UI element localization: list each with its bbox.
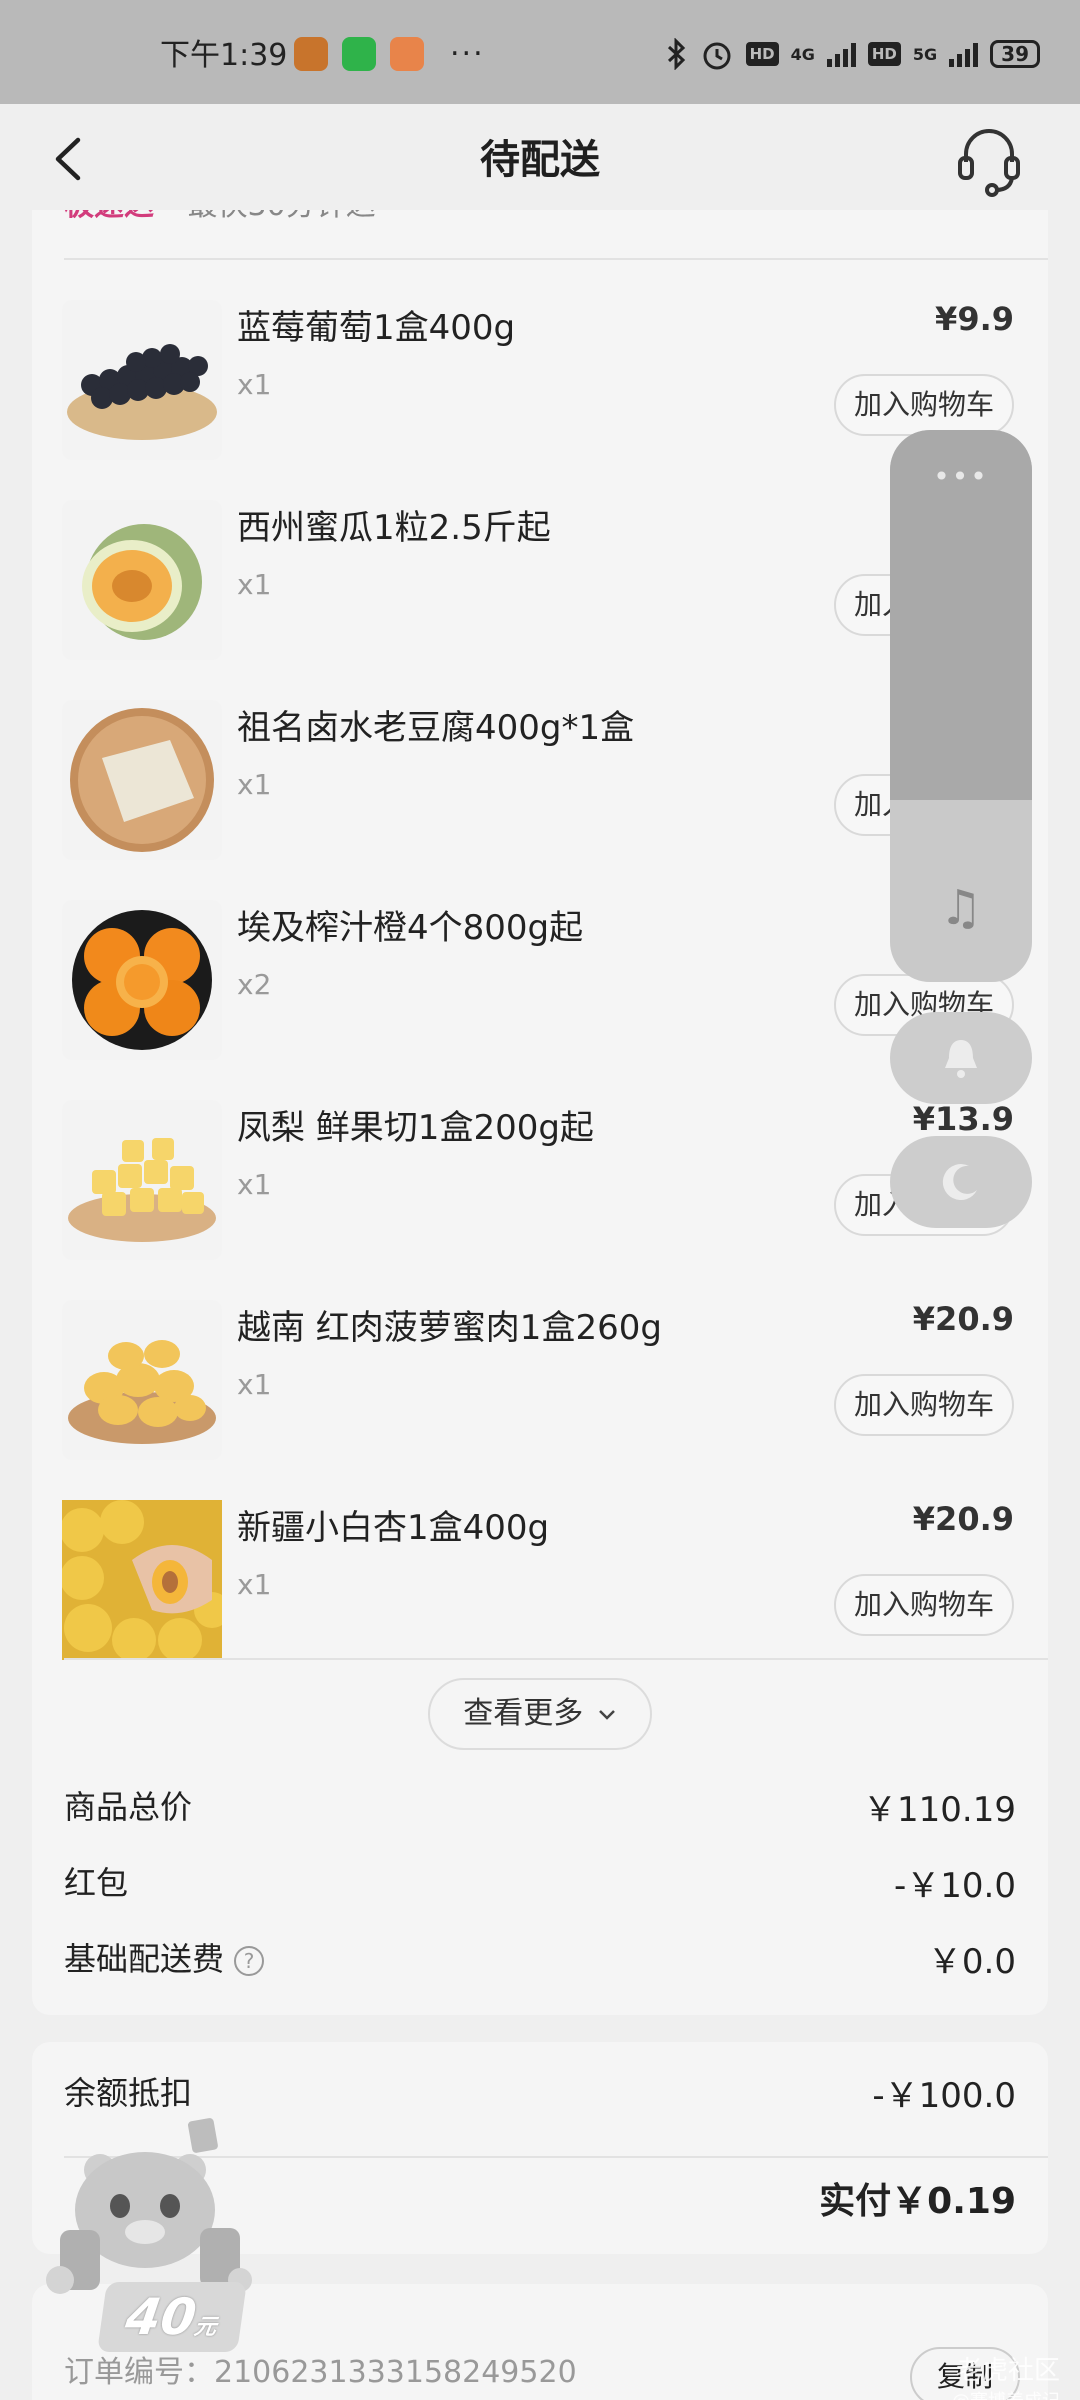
add-to-cart-button[interactable]: 加入购物车 — [833, 374, 1014, 436]
view-more-button[interactable]: 查看更多 — [428, 1678, 652, 1750]
help-icon[interactable]: ? — [234, 1946, 265, 1976]
music-note-icon: ♫ — [939, 880, 983, 936]
product-price: ¥20.9 — [912, 1500, 1014, 1538]
alarm-icon — [703, 42, 731, 70]
product-quantity: x1 — [237, 368, 272, 401]
delivery-fee-row: 基础配送费? ￥0.0 — [64, 1934, 1016, 1984]
product-price: ¥13.9 — [912, 1100, 1014, 1138]
shopping-app-icon — [390, 37, 424, 71]
signal-icon — [826, 41, 856, 67]
product-image — [62, 1500, 222, 1660]
product-image — [62, 500, 222, 660]
bluetooth-icon — [667, 38, 685, 70]
wechat-icon — [342, 37, 376, 71]
moon-icon — [942, 1164, 977, 1201]
product-image — [62, 1100, 222, 1260]
floating-volume-panel[interactable]: ••• ♫ — [890, 430, 1032, 982]
red-packet-row: 红包 -￥10.0 — [64, 1858, 1016, 1908]
more-icon[interactable]: ••• — [890, 460, 1032, 493]
hd-badge: HD — [745, 42, 779, 66]
customer-service-icon[interactable] — [954, 124, 1024, 198]
divider — [64, 1658, 1048, 1660]
product-image — [62, 900, 222, 1060]
status-bar: 下午1:39 ··· HD 4G HD 5G 39 — [0, 0, 1080, 104]
delivery-fee-label: 基础配送费 — [64, 1940, 225, 1978]
product-image — [62, 300, 222, 460]
watermark-sub: @赛博养成记 — [952, 2387, 1060, 2400]
red-packet-value: -￥10.0 — [894, 1866, 1016, 1906]
watermark-main: 老虎社区 — [955, 2356, 1060, 2386]
add-to-cart-button[interactable]: 加入购物车 — [833, 1374, 1014, 1436]
product-name: 凤梨 鲜果切1盒200g起 — [237, 1108, 594, 1148]
goods-total-label: 商品总价 — [64, 1788, 193, 1826]
hd-badge-2: HD — [867, 42, 901, 66]
status-time: 下午1:39 — [160, 38, 288, 73]
product-quantity: x1 — [237, 568, 272, 601]
add-to-cart-button[interactable]: 加入购物车 — [833, 1574, 1014, 1636]
product-quantity: x1 — [237, 1368, 272, 1401]
divider — [64, 258, 1048, 260]
product-price: ¥9.9 — [935, 300, 1014, 338]
product-quantity: x1 — [237, 1168, 272, 1201]
product-quantity: x1 — [237, 768, 272, 801]
product-name: 西州蜜瓜1粒2.5斤起 — [237, 508, 551, 548]
product-quantity: x1 — [237, 1568, 272, 1601]
watermark: 老虎社区 @赛博养成记 — [952, 2350, 1060, 2400]
product-name: 祖名卤水老豆腐400g*1盒 — [237, 708, 635, 748]
paid-amount: 实付￥0.19 — [819, 2181, 1016, 2222]
product-name: 新疆小白杏1盒400g — [237, 1508, 550, 1548]
product-name: 越南 红肉菠萝蜜肉1盒260g — [237, 1308, 662, 1348]
ring-mode-button[interactable] — [890, 1012, 1032, 1104]
battery-indicator: 39 — [990, 40, 1040, 68]
view-more-label: 查看更多 — [463, 1696, 584, 1731]
network-4g: 4G — [790, 44, 815, 64]
list-item[interactable]: 越南 红肉菠萝蜜肉1盒260g x1 ¥20.9 加入购物车 — [32, 1280, 1048, 1480]
signal-icon-2 — [949, 41, 979, 67]
product-image — [62, 700, 222, 860]
delivery-fee-value: ￥0.0 — [927, 1942, 1016, 1982]
product-price: ¥20.9 — [912, 1300, 1014, 1338]
promo-red-packet-widget[interactable]: 40元 — [40, 2110, 260, 2360]
app-header: 待配送 — [0, 104, 1080, 210]
red-packet-label: 红包 — [64, 1864, 129, 1902]
list-item[interactable]: 新疆小白杏1盒400g x1 ¥20.9 加入购物车 — [32, 1480, 1048, 1680]
chevron-down-icon — [598, 1709, 615, 1720]
goods-total-value: ￥110.19 — [863, 1790, 1016, 1830]
more-notifications-icon: ··· — [450, 36, 485, 72]
promo-amount: 40元 — [97, 2282, 247, 2352]
balance-value: -￥100.0 — [872, 2076, 1016, 2116]
network-5g: 5G — [912, 44, 938, 64]
page-title: 待配送 — [480, 137, 600, 183]
product-name: 埃及榨汁橙4个800g起 — [237, 908, 584, 948]
app-notification-icon — [294, 37, 328, 71]
bell-icon — [945, 1040, 977, 1078]
product-image — [62, 1300, 222, 1460]
goods-total-row: 商品总价 ￥110.19 — [64, 1782, 1016, 1832]
do-not-disturb-button[interactable] — [890, 1136, 1032, 1228]
product-name: 蓝莓葡萄1盒400g — [237, 308, 516, 348]
product-quantity: x2 — [237, 968, 272, 1001]
bear-mascot-icon — [46, 2118, 252, 2294]
balance-label: 余额抵扣 — [64, 2074, 193, 2112]
